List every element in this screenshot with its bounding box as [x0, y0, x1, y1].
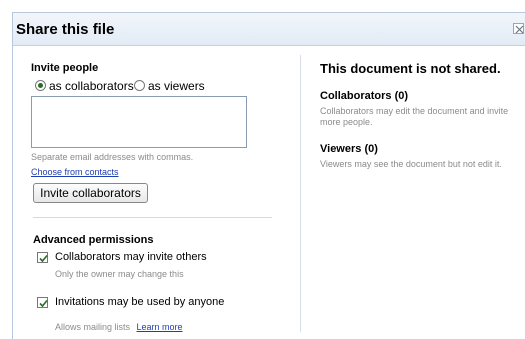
viewers-count: Viewers (0) [320, 143, 378, 155]
invite-collaborators-button[interactable]: Invite collaborators [33, 183, 148, 203]
choose-from-contacts-link[interactable]: Choose from contacts [31, 167, 119, 177]
radio-collaborators-label: as collaborators [49, 79, 134, 93]
section-divider [33, 217, 272, 218]
close-icon[interactable] [513, 23, 524, 34]
collaborators-description: Collaborators may edit the document and … [320, 106, 509, 127]
radio-selected-icon [35, 80, 46, 91]
collaborators-count: Collaborators (0) [320, 90, 409, 102]
viewers-description: Viewers may see the document but not edi… [320, 159, 502, 169]
email-hint: Separate email addresses with commas. [31, 152, 194, 162]
dialog-titlebar: Share this file [13, 13, 525, 46]
radio-as-collaborators[interactable]: as collaborators [35, 79, 134, 93]
advanced-permissions-label: Advanced permissions [33, 234, 154, 246]
email-addresses-input[interactable] [31, 96, 247, 148]
owner-only-note: Only the owner may change this [55, 269, 184, 279]
sharing-status-heading: This document is not shared. [320, 61, 501, 76]
invite-people-label: Invite people [31, 62, 99, 74]
learn-more-link[interactable]: Learn more [136, 322, 182, 332]
collaborators-may-invite-label: Collaborators may invite others [55, 251, 207, 263]
column-divider [300, 55, 301, 332]
invitations-anyone-checkbox[interactable] [37, 297, 48, 308]
mailing-lists-note: Allows mailing lists [55, 322, 131, 332]
collaborators-may-invite-checkbox[interactable] [37, 252, 48, 263]
invitations-anyone-label: Invitations may be used by anyone [55, 296, 225, 308]
radio-unselected-icon [134, 80, 145, 91]
radio-as-viewers[interactable]: as viewers [134, 79, 205, 93]
dialog-title: Share this file [16, 21, 115, 38]
radio-viewers-label: as viewers [148, 79, 205, 93]
